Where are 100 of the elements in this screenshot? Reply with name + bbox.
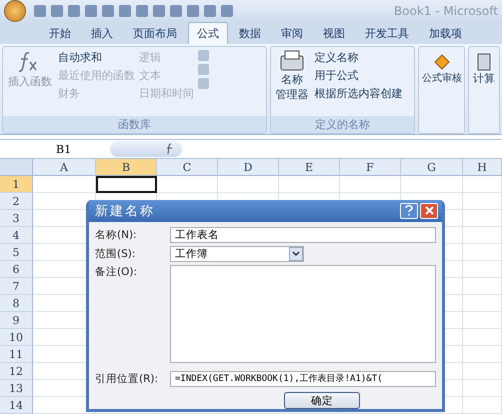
refers-to-field[interactable]: =INDEX(GET.WORKBOOK(1),工作表目录!A1)&T( <box>170 370 436 387</box>
sheet-cell[interactable] <box>157 176 218 193</box>
sheet-cell[interactable] <box>463 295 502 312</box>
column-header[interactable]: B <box>96 159 157 176</box>
button-label: 名称 <box>281 74 304 87</box>
help-button[interactable] <box>400 202 418 219</box>
row-header[interactable]: 9 <box>0 312 33 329</box>
field-label: 引用位置(R): <box>95 372 160 386</box>
column-header[interactable]: D <box>218 159 279 176</box>
function-category-icon[interactable] <box>198 64 209 75</box>
close-icon <box>424 206 434 216</box>
card-file-icon <box>278 50 306 72</box>
ribbon-tab[interactable]: 页面布局 <box>124 22 186 44</box>
sheet-cell[interactable] <box>463 261 502 278</box>
ribbon-tab[interactable]: 插入 <box>82 22 122 44</box>
scope-dropdown[interactable]: 工作簿 <box>170 246 304 262</box>
function-category-icon[interactable] <box>198 50 209 61</box>
ribbon-tab[interactable]: 审阅 <box>272 22 312 44</box>
toolbar-icon[interactable] <box>85 5 97 17</box>
toolbar-icon[interactable] <box>136 5 148 17</box>
toolbar-icon[interactable] <box>34 5 46 17</box>
selected-cell[interactable] <box>96 176 157 193</box>
row-header[interactable]: 4 <box>0 227 33 244</box>
sheet-cell[interactable] <box>463 380 502 397</box>
calculation-button[interactable]: 计算 <box>469 47 499 86</box>
toolbar-icon[interactable] <box>68 5 80 17</box>
row-header[interactable]: 11 <box>0 346 33 363</box>
row-header[interactable]: 5 <box>0 244 33 261</box>
row-header[interactable]: 13 <box>0 380 33 397</box>
row-header[interactable]: 8 <box>0 295 33 312</box>
ok-button[interactable]: 确定 <box>284 392 360 410</box>
sheet-cell[interactable] <box>401 176 463 193</box>
sheet-cell[interactable] <box>463 227 502 244</box>
auditing-icon <box>432 53 451 71</box>
column-header[interactable]: E <box>279 159 340 176</box>
ribbon-button[interactable]: 根据所选内容创建 <box>314 86 403 101</box>
sheet-cell[interactable] <box>218 176 279 193</box>
column-header[interactable]: H <box>463 159 502 176</box>
calculator-icon <box>477 53 492 71</box>
row-header[interactable]: 2 <box>0 193 33 210</box>
name-box[interactable]: B1 <box>0 142 110 156</box>
function-category-icon[interactable] <box>198 78 209 89</box>
toolbar-icon[interactable] <box>153 5 165 17</box>
row-header[interactable]: 12 <box>0 363 33 380</box>
field-label: 备注(O): <box>95 265 138 280</box>
field-label: 范围(S): <box>95 246 136 261</box>
ribbon-button[interactable]: 定义名称 <box>314 50 403 65</box>
office-button[interactable] <box>4 0 26 22</box>
close-button[interactable] <box>420 202 438 219</box>
sheet-cell[interactable] <box>463 312 502 329</box>
toolbar-icon[interactable] <box>204 5 216 17</box>
comment-text-area[interactable] <box>170 265 436 364</box>
sheet-cell[interactable] <box>463 193 502 210</box>
row-header[interactable]: 7 <box>0 278 33 295</box>
toolbar-icon[interactable] <box>119 5 131 17</box>
ribbon-tab[interactable]: 数据 <box>230 22 270 44</box>
toolbar-icon[interactable] <box>221 5 233 17</box>
group-label: 定义的名称 <box>270 116 414 133</box>
ribbon-tab[interactable]: 开始 <box>40 22 80 44</box>
sheet-cell[interactable] <box>463 244 502 261</box>
name-manager-button[interactable]: 名称 管理器 <box>274 50 311 113</box>
sheet-cell[interactable] <box>463 346 502 363</box>
column-header[interactable]: C <box>157 159 218 176</box>
group-label: 函数库 <box>3 116 266 133</box>
sheet-cell[interactable] <box>279 176 340 193</box>
sheet-cell[interactable] <box>463 397 502 414</box>
column-header[interactable]: F <box>340 159 401 176</box>
column-header[interactable]: A <box>33 159 96 176</box>
sheet-cell[interactable] <box>463 176 502 193</box>
toolbar-icon[interactable] <box>51 5 63 17</box>
insert-function-bar-button[interactable] <box>110 141 182 157</box>
ribbon-tab[interactable]: 公式 <box>188 22 228 44</box>
field-label: 名称(N): <box>95 228 138 242</box>
question-mark-icon <box>405 205 413 216</box>
sheet-cell[interactable] <box>463 210 502 227</box>
sheet-cell[interactable] <box>463 363 502 380</box>
row-header[interactable]: 14 <box>0 397 33 414</box>
ribbon-button[interactable]: 自动求和 <box>58 50 135 65</box>
toolbar-icon[interactable] <box>102 5 114 17</box>
ribbon-button[interactable]: 用于公式 <box>314 68 403 83</box>
formula-auditing-button[interactable]: 公式审核 <box>419 47 464 84</box>
ribbon-tab[interactable]: 开发工具 <box>356 22 418 44</box>
sheet-cell[interactable] <box>463 329 502 346</box>
window-title: Book1 - Microsoft <box>394 4 499 18</box>
row-header[interactable]: 3 <box>0 210 33 227</box>
toolbar-icon[interactable] <box>170 5 182 17</box>
dialog-title: 新建名称 <box>95 202 155 220</box>
sheet-cell[interactable] <box>340 176 401 193</box>
name-input-field[interactable]: 工作表名 <box>170 227 436 244</box>
row-header[interactable]: 6 <box>0 261 33 278</box>
sheet-cell[interactable] <box>33 176 96 193</box>
ribbon-tab[interactable]: 加载项 <box>420 22 471 44</box>
sheet-cell[interactable] <box>463 278 502 295</box>
row-header[interactable]: 1 <box>0 176 33 193</box>
ribbon-tab[interactable]: 视图 <box>314 22 354 44</box>
row-header[interactable]: 10 <box>0 329 33 346</box>
toolbar-icon[interactable] <box>187 5 199 17</box>
button-label: 管理器 <box>276 88 309 102</box>
select-all-corner[interactable] <box>0 159 33 176</box>
column-header[interactable]: G <box>401 159 463 176</box>
